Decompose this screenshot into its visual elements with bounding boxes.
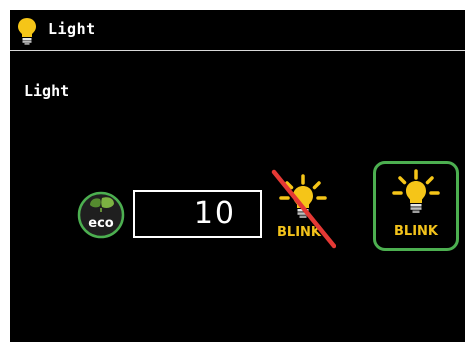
- title-divider: [10, 50, 465, 51]
- title-bar: Light: [10, 10, 465, 50]
- blink-on-label: BLINK: [394, 224, 438, 239]
- strike-through-icon: [271, 169, 336, 249]
- value-input[interactable]: 10: [133, 190, 262, 238]
- blink-off-button[interactable]: BLINK: [270, 168, 336, 250]
- eco-label: eco: [88, 216, 114, 231]
- eco-leaf-icon: eco: [77, 191, 125, 239]
- window-title: Light: [48, 20, 96, 38]
- lightbulb-blink-icon: [392, 169, 440, 213]
- value-text: 10: [193, 196, 236, 231]
- blink-on-button[interactable]: BLINK: [373, 161, 459, 251]
- section-label: Light: [24, 82, 70, 100]
- device-screen: Light Light eco 10 BLINK BLINK: [10, 10, 465, 342]
- eco-button[interactable]: eco: [72, 190, 130, 240]
- lightbulb-icon: [16, 17, 38, 45]
